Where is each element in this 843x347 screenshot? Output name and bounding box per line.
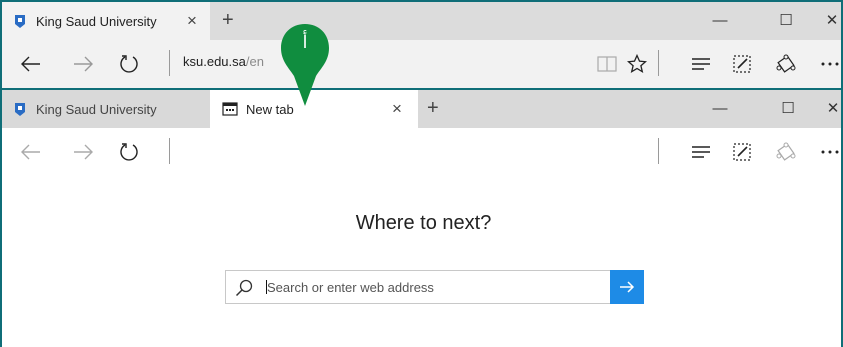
hub-icon[interactable] (688, 139, 714, 165)
web-note-icon[interactable] (729, 139, 755, 165)
go-arrow-icon[interactable] (610, 270, 644, 304)
new-tab-button[interactable]: + (427, 98, 439, 118)
address-bar[interactable]: ksu.edu.sa/en (183, 54, 264, 69)
tab-close-icon[interactable]: × (392, 99, 402, 119)
search-input[interactable]: Search or enter web address (266, 280, 434, 295)
share-icon[interactable] (773, 51, 799, 77)
close-window-button[interactable]: ✕ (824, 99, 841, 117)
more-icon[interactable] (817, 139, 841, 165)
new-tab-button[interactable]: + (222, 10, 234, 30)
tab-close-icon[interactable]: × (187, 11, 197, 31)
tab-king-saud-university[interactable]: King Saud University (2, 90, 210, 128)
more-icon[interactable] (817, 51, 841, 77)
minimize-button[interactable]: — (711, 11, 729, 29)
share-icon[interactable] (773, 139, 799, 165)
hub-icon[interactable] (688, 51, 714, 77)
forward-arrow-icon[interactable] (70, 51, 96, 77)
maximize-button[interactable]: ☐ (777, 11, 795, 29)
ksu-favicon-icon (12, 13, 28, 29)
web-note-icon[interactable] (729, 51, 755, 77)
minimize-button[interactable]: — (711, 99, 729, 117)
callout-marker: أ (279, 22, 331, 110)
browser-window-bottom: King Saud University New tab × + — ☐ ✕ W… (0, 88, 843, 347)
separator (169, 50, 170, 76)
favorite-star-icon[interactable] (624, 51, 650, 77)
back-arrow-icon[interactable] (18, 139, 44, 165)
tab-strip: King Saud University New tab × + — ☐ ✕ (2, 90, 841, 128)
separator (658, 138, 659, 164)
close-window-button[interactable]: ✕ (823, 11, 841, 29)
navigation-bar: ksu.edu.sa/en (2, 40, 841, 88)
search-icon (235, 279, 253, 297)
search-placeholder: Search or enter web address (267, 280, 434, 295)
tab-label: King Saud University (36, 101, 157, 117)
tab-label: King Saud University (36, 13, 157, 29)
reading-view-icon[interactable] (594, 51, 620, 77)
address-path: /en (245, 54, 264, 69)
separator (658, 50, 659, 76)
separator (169, 138, 170, 164)
browser-window-top: King Saud University × + — ☐ ✕ ksu.edu.s… (0, 0, 843, 90)
ksu-favicon-icon (12, 101, 28, 117)
navigation-bar (2, 128, 841, 176)
maximize-button[interactable]: ☐ (779, 99, 797, 117)
page-headline: Where to next? (355, 212, 492, 234)
refresh-icon[interactable] (116, 139, 142, 165)
back-arrow-icon[interactable] (18, 51, 44, 77)
address-domain: ksu.edu.sa (183, 54, 246, 69)
tab-strip: King Saud University × + — ☐ ✕ (2, 2, 841, 40)
new-tab-page-icon (222, 101, 238, 117)
callout-label: أ (302, 32, 308, 53)
search-box[interactable]: Search or enter web address (225, 270, 644, 304)
forward-arrow-icon[interactable] (70, 139, 96, 165)
refresh-icon[interactable] (116, 51, 142, 77)
tab-king-saud-university[interactable]: King Saud University × (2, 2, 210, 40)
